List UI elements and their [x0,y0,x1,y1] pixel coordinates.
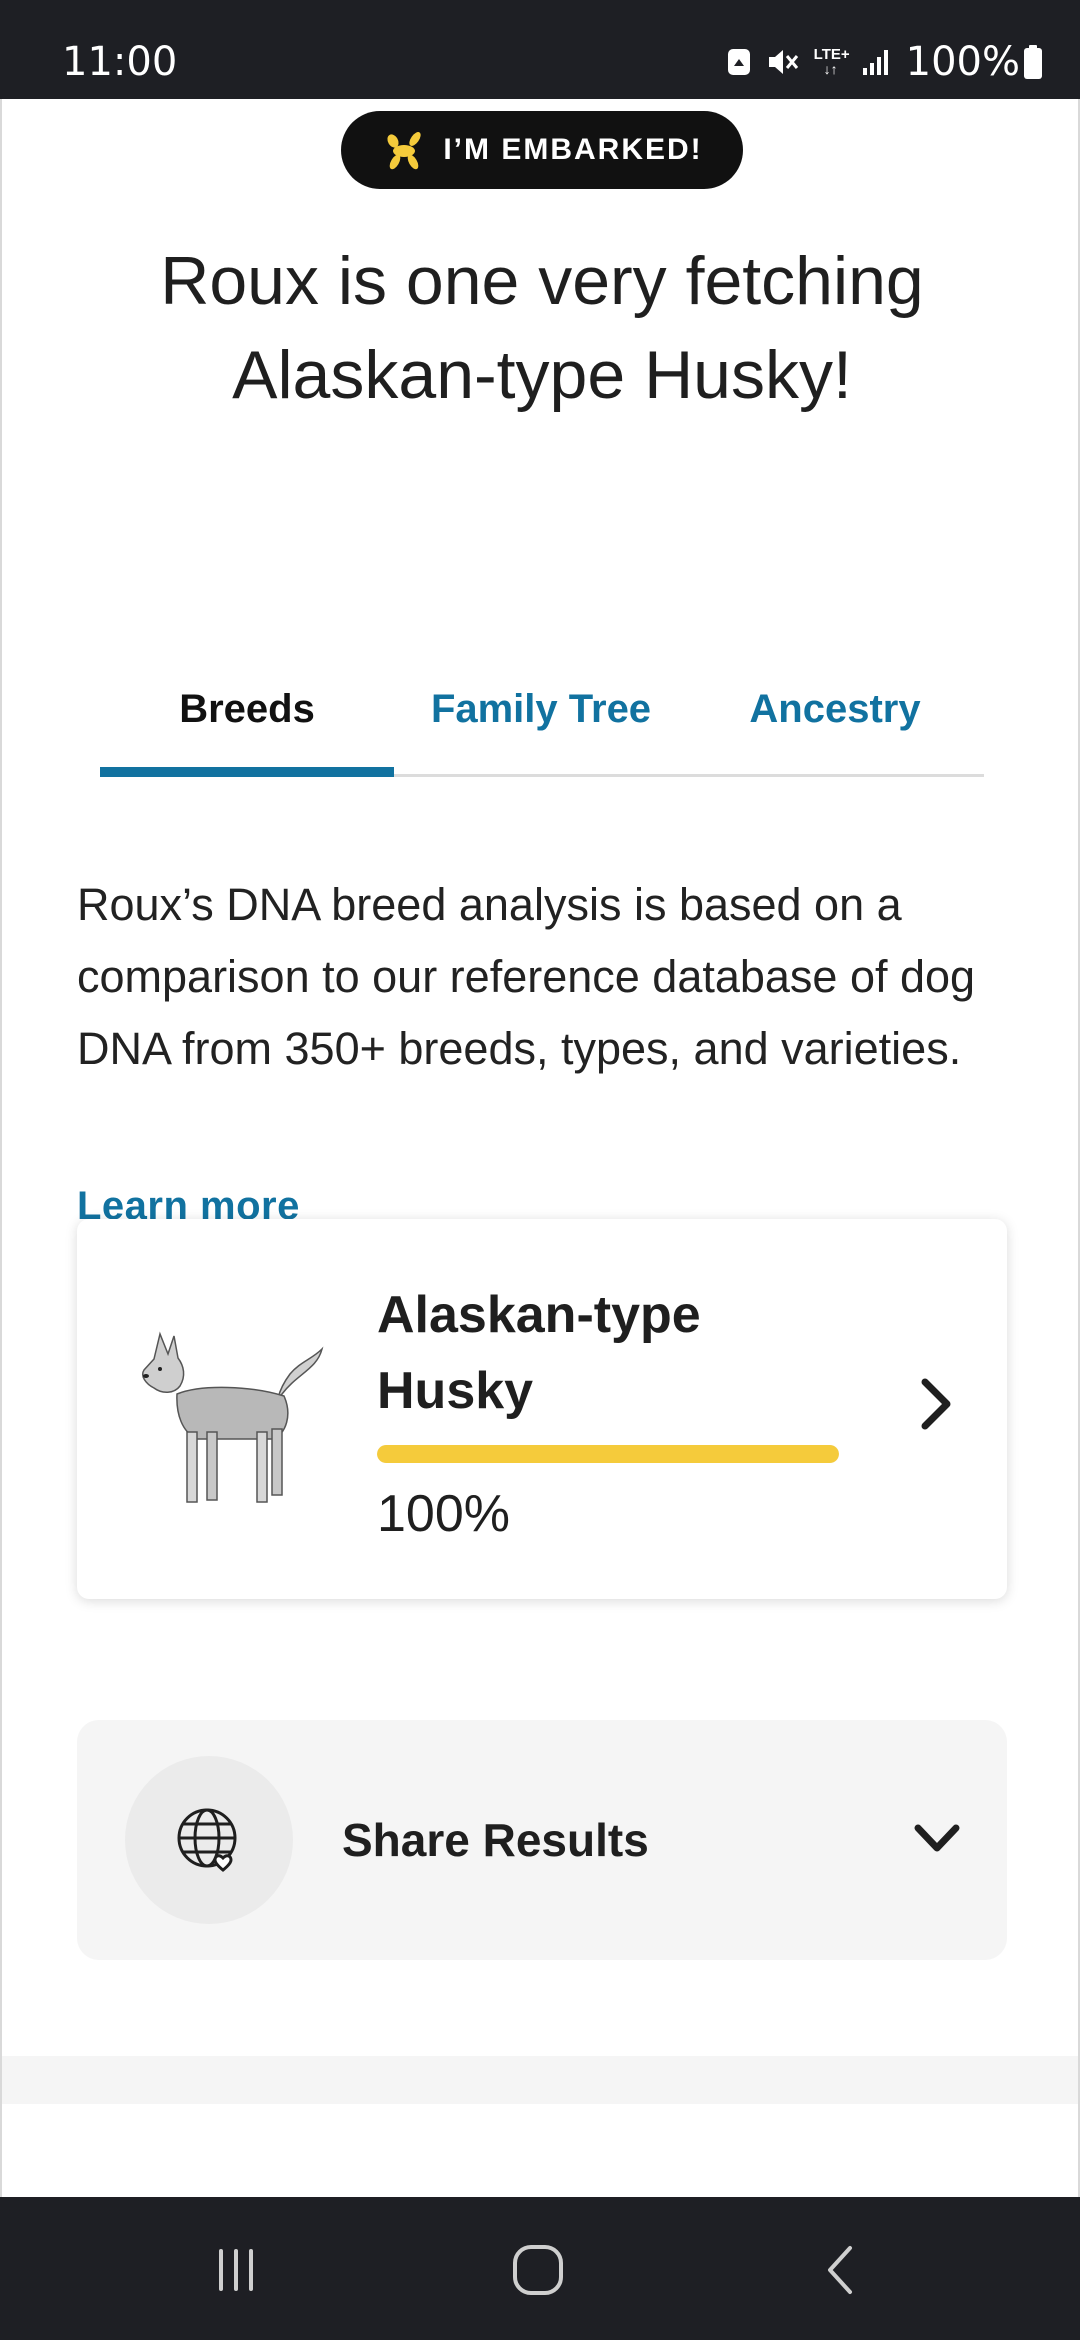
breed-name: Alaskan-type Husky [377,1286,701,1420]
status-icons: LTE+ ↓↑ 100% [712,36,1042,88]
breed-percent-bar [377,1445,839,1463]
share-results-label: Share Results [342,1814,649,1866]
tab-bar: Breeds Family Tree Ancestry [100,661,984,777]
network-type: LTE+ [813,46,850,63]
recent-apps-icon [219,2249,253,2291]
share-icon-circle [125,1756,293,1924]
page-title: Roux is one very fetching Alaskan-type H… [160,243,924,413]
home-icon [513,2245,563,2295]
back-icon [828,2246,852,2294]
battery-percent: 100% [905,39,1020,85]
recent-apps-button[interactable] [196,2235,276,2305]
mute-icon [768,50,798,74]
home-button[interactable] [498,2235,578,2305]
status-bar: 11:00 LTE+ ↓↑ 100% [0,0,1080,99]
embarked-badge: I’M EMBARKED! [341,111,743,189]
chevron-down-icon[interactable] [912,1820,962,1860]
signal-icon [862,50,888,75]
footer-divider [2,2056,1078,2104]
breed-percent: 100% [377,1485,510,1543]
status-time: 11:00 [62,39,178,85]
share-results-accordion[interactable]: Share Results [77,1720,1007,1960]
back-button[interactable] [800,2235,880,2305]
battery-icon [1024,45,1042,79]
breed-result-card[interactable]: Alaskan-type Husky 100% [77,1219,1007,1599]
chevron-right-icon[interactable] [917,1374,957,1434]
globe-heart-icon [177,1808,237,1872]
tab-breeds[interactable]: Breeds [100,661,394,777]
badge-text: I’M EMBARKED! [443,133,703,166]
tab-ancestry[interactable]: Ancestry [688,661,982,774]
husky-dog-illustration [142,1331,324,1503]
breed-analysis-description: Roux’s DNA breed analysis is based on a … [77,879,976,1074]
page-content: I’M EMBARKED! Roux is one very fetching … [0,99,1080,2197]
lte-icon: LTE+ ↓↑ [813,46,850,77]
screenshot-icon [727,49,750,75]
dog-balloon-icon [387,132,421,170]
system-nav-bar [0,2197,1080,2340]
breed-percent-bar-fill [377,1445,839,1463]
tab-family-tree[interactable]: Family Tree [394,661,688,774]
